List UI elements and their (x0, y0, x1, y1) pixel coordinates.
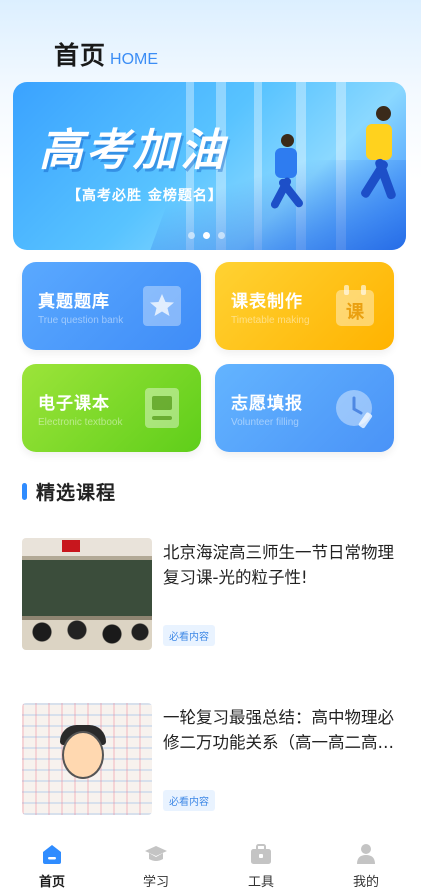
tile-question-bank[interactable]: 真题题库 True question bank (22, 262, 201, 350)
page-subtitle: HOME (110, 51, 159, 68)
tile-title: 真题题库 (38, 292, 110, 312)
course-tag: 必看内容 (163, 790, 215, 811)
banner-slogan: 【高考必胜 金榜题名】 (67, 188, 223, 204)
tile-subtitle: True question bank (38, 315, 124, 326)
section-accent-bar (22, 483, 27, 500)
course-title: 一轮复习最强总结：高中物理必修二万功能关系（高一高二高三） (163, 708, 394, 752)
tile-title: 课表制作 (231, 292, 303, 312)
star-book-icon (143, 286, 181, 326)
course-tag: 必看内容 (163, 625, 215, 646)
tile-subtitle: Timetable making (231, 315, 310, 326)
classroom-students-image (22, 620, 152, 650)
banner-headline: 高考加油 (39, 125, 227, 176)
tab-profile[interactable]: 我的 (331, 838, 401, 896)
flag-image (62, 540, 80, 552)
tab-label: 首页 (38, 875, 65, 890)
tab-label: 我的 (352, 875, 379, 890)
toolbox-icon (251, 844, 271, 864)
tile-e-textbook[interactable]: 电子课本 Electronic textbook (22, 364, 201, 452)
tile-subtitle: Electronic textbook (38, 417, 123, 428)
promo-banner[interactable]: 高考加油 【高考必胜 金榜题名】 (13, 82, 406, 250)
user-icon (357, 844, 375, 864)
clock-edit-icon (336, 390, 373, 429)
page-header: 首页 HOME (54, 36, 158, 72)
runner-illustration-2 (348, 102, 406, 222)
tab-home[interactable]: 首页 (17, 838, 87, 896)
tab-label: 学习 (142, 875, 169, 890)
section-featured-courses: 精选课程 (22, 478, 116, 505)
course-title: 北京海淀高三师生一节日常物理复习课-光的粒子性! (163, 543, 394, 587)
bottom-tab-bar: 首页 学习 工具 我的 (0, 838, 421, 896)
tab-study[interactable]: 学习 (121, 838, 191, 896)
tile-subtitle: Volunteer filling (231, 417, 299, 428)
course-item[interactable]: 北京海淀高三师生一节日常物理复习课-光的粒子性! 必看内容 (22, 538, 402, 652)
svg-text:课: 课 (346, 302, 365, 323)
tile-title: 电子课本 (38, 394, 110, 414)
home-icon (43, 845, 61, 864)
section-title: 精选课程 (36, 482, 117, 504)
graduation-cap-icon (145, 846, 167, 861)
portrait-face (62, 731, 104, 779)
textbook-icon (145, 388, 179, 428)
calendar-icon: 课 (336, 285, 374, 326)
tab-tools[interactable]: 工具 (226, 838, 296, 896)
carousel-dot-1[interactable] (188, 232, 195, 239)
carousel-dot-2[interactable] (203, 232, 210, 239)
course-thumbnail (22, 538, 152, 650)
course-item[interactable]: 一轮复习最强总结：高中物理必修二万功能关系（高一高二高三） 必看内容 (22, 703, 402, 817)
tab-label: 工具 (247, 875, 274, 890)
page-title: 首页 (54, 41, 107, 70)
carousel-dot-3[interactable] (218, 232, 225, 239)
tile-title: 志愿填报 (231, 394, 303, 414)
tile-timetable[interactable]: 课表制作 Timetable making 课 (215, 262, 394, 350)
course-thumbnail (22, 703, 152, 815)
runner-illustration-1 (255, 134, 315, 224)
tile-volunteer-filling[interactable]: 志愿填报 Volunteer filling (215, 364, 394, 452)
